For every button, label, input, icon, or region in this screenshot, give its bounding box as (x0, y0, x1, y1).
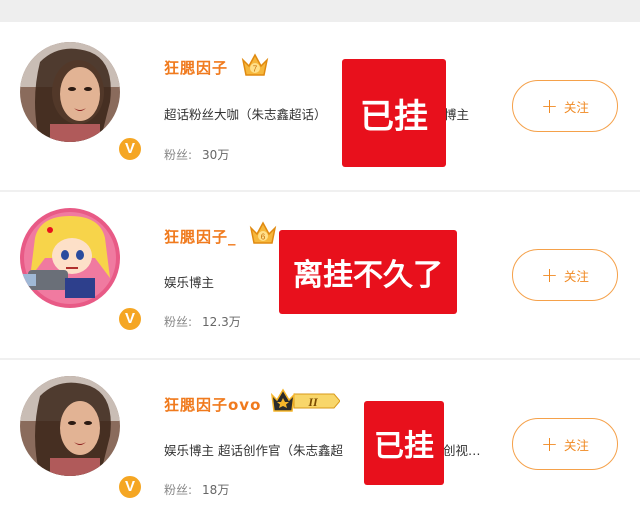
user-card-2[interactable]: V 狂腮因子_ 6 娱乐博主 粉丝: 12.3万 + 关注 离挂不久了 (0, 192, 640, 358)
plus-icon: + (541, 432, 558, 456)
plus-icon: + (541, 94, 558, 118)
fans-count-row: 粉丝: 18万 (164, 481, 229, 498)
plus-icon: + (541, 263, 558, 287)
user-name[interactable]: 狂腮因子ovo (164, 394, 261, 415)
crown-level-icon: II (270, 388, 340, 412)
follow-label: 关注 (563, 437, 589, 453)
user-card-1[interactable]: V 狂腮因子 7 超话粉丝大咖（朱志鑫超话） 博主 粉丝: 30万 + 关注 已挂 (0, 22, 640, 190)
user-description: 娱乐博主 (164, 275, 215, 290)
verified-badge-icon: V (116, 473, 144, 501)
fans-count-row: 粉丝: 12.3万 (164, 313, 241, 330)
follow-label: 关注 (563, 99, 589, 115)
user-name[interactable]: 狂腮因子_ (164, 226, 237, 247)
fans-label: 粉丝: (164, 315, 193, 329)
crown-level-icon: 7 (241, 53, 269, 76)
stamp-label: 已挂 (342, 59, 446, 167)
fans-label: 粉丝: (164, 148, 193, 162)
verified-badge-icon: V (116, 305, 144, 333)
avatar[interactable] (20, 208, 120, 308)
user-name[interactable]: 狂腮因子 (164, 57, 228, 78)
stamp-label: 已挂 (364, 401, 444, 485)
user-card-3[interactable]: V 狂腮因子ovo II 娱乐博主 超话创作官（朱志鑫超 创视… 粉丝: 18万 … (0, 360, 640, 524)
crown-level-text: 6 (261, 233, 266, 242)
crown-level-text: II (307, 395, 319, 409)
follow-button[interactable]: + 关注 (512, 80, 618, 132)
fans-count-row: 粉丝: 30万 (164, 146, 229, 163)
follow-button[interactable]: + 关注 (512, 418, 618, 470)
follow-button[interactable]: + 关注 (512, 249, 618, 301)
user-description-tail: 博主 (444, 107, 470, 122)
top-gray-strip (0, 0, 640, 22)
user-description: 娱乐博主 超话创作官（朱志鑫超 (164, 443, 343, 458)
verified-badge-icon: V (116, 135, 144, 163)
user-description: 超话粉丝大咖（朱志鑫超话） (164, 107, 327, 122)
stamp-label: 离挂不久了 (279, 230, 457, 314)
avatar[interactable] (20, 42, 120, 142)
crown-level-text: 7 (253, 65, 258, 74)
fans-count: 12.3万 (202, 315, 241, 329)
avatar[interactable] (20, 376, 120, 476)
user-description-tail: 创视… (443, 443, 481, 458)
fans-count: 18万 (202, 483, 230, 497)
follow-label: 关注 (563, 268, 589, 284)
fans-count: 30万 (202, 148, 230, 162)
crown-level-icon: 6 (249, 221, 277, 244)
fans-label: 粉丝: (164, 483, 193, 497)
